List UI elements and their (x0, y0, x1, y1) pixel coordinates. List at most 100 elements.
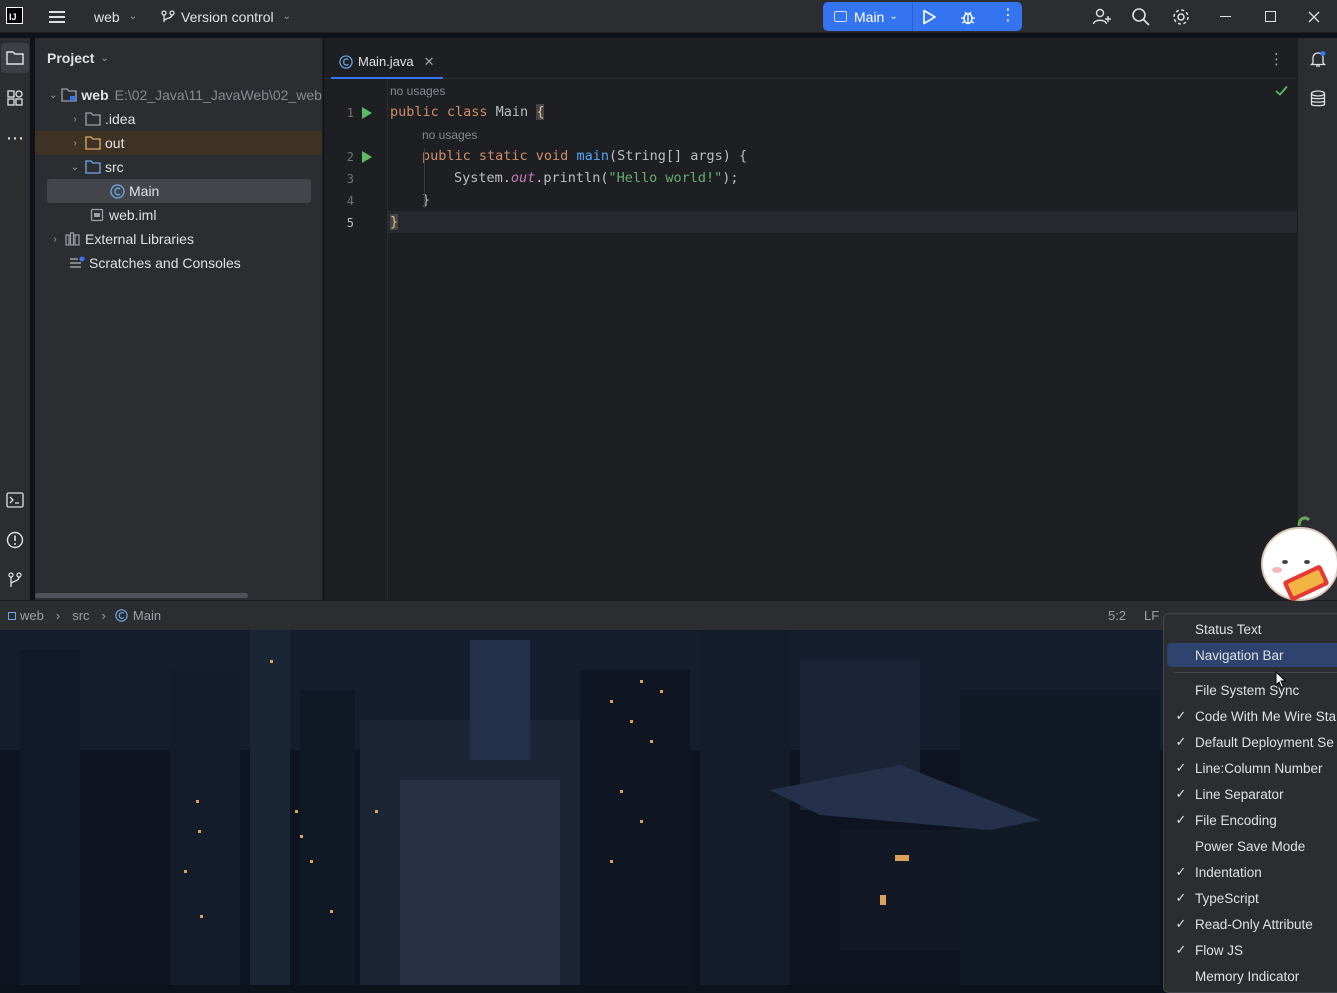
menu-item-status-text[interactable]: Status Text (1167, 617, 1337, 641)
indent-guide (424, 148, 425, 208)
notifications-tool-button[interactable] (1303, 44, 1333, 74)
run-gutter-icon[interactable] (362, 107, 372, 119)
chevron-down-icon[interactable]: ⌄ (69, 162, 81, 173)
close-icon[interactable]: ✕ (424, 54, 435, 70)
code-line-5[interactable]: } (390, 214, 399, 230)
git-tool-button[interactable] (0, 565, 30, 595)
terminal-icon (6, 492, 24, 508)
chevron-right-icon[interactable]: › (69, 114, 81, 125)
folder-icon (6, 51, 24, 65)
tree-node-scratches[interactable]: Scratches and Consoles (35, 251, 322, 275)
breadcrumb-item-src[interactable]: src (72, 608, 89, 623)
intellij-logo-icon[interactable]: IJ (6, 7, 23, 24)
menu-item-file-system-sync[interactable]: File System Sync (1167, 678, 1337, 702)
code-token: .println( (535, 170, 609, 186)
project-widget[interactable]: web ⌄ (94, 0, 137, 33)
run-widget: Main ⌄ ⋮ (823, 2, 1022, 31)
caret-position[interactable]: 5:2 (1108, 608, 1126, 623)
menu-item-line-separator[interactable]: ✓ Line Separator (1167, 782, 1337, 806)
menu-item-typescript[interactable]: ✓ TypeScript (1167, 886, 1337, 910)
folder-icon (85, 111, 101, 127)
more-actions-button[interactable]: ⋮ (1000, 8, 1016, 24)
menu-item-memory-indicator[interactable]: Memory Indicator (1167, 964, 1337, 988)
menu-item-indentation[interactable]: ✓ Indentation (1167, 860, 1337, 884)
menu-item-label: Read-Only Attribute (1195, 916, 1313, 932)
menu-item-power-save-mode[interactable]: Power Save Mode (1167, 834, 1337, 858)
line-number: 1 (346, 106, 354, 120)
branch-icon (8, 572, 22, 587)
usages-hint[interactable]: no usages (422, 128, 477, 142)
tree-node-out[interactable]: › out (35, 131, 322, 155)
menu-separator (1174, 672, 1337, 673)
code-line-1[interactable]: public class Main { (390, 104, 545, 120)
chevron-right-icon[interactable]: › (49, 234, 61, 245)
chevron-down-icon: ⌄ (128, 11, 138, 22)
code-line-2[interactable]: public static void main(String[] args) { (422, 148, 747, 164)
kebab-icon: ⋮ (1269, 51, 1284, 68)
usages-hint[interactable]: no usages (390, 84, 445, 98)
kebab-icon: ⋮ (1000, 7, 1016, 24)
chevron-right-icon[interactable]: › (69, 138, 81, 149)
project-tool-button[interactable] (1, 43, 29, 73)
minimize-button[interactable] (1220, 0, 1231, 33)
maximize-button[interactable] (1265, 0, 1276, 33)
project-name: web (94, 8, 120, 25)
desktop-wallpaper (0, 630, 1337, 985)
code-with-me-button[interactable] (1092, 0, 1112, 33)
line-number: 5 (346, 216, 354, 230)
app-config-icon (834, 11, 847, 22)
menu-item-read-only-attribute[interactable]: ✓ Read-Only Attribute (1167, 912, 1337, 936)
tree-node-main[interactable]: Main (47, 179, 311, 203)
settings-button[interactable] (1171, 0, 1191, 33)
project-view-selector[interactable]: Project ⌄ (47, 50, 109, 66)
main-menu-icon[interactable] (47, 0, 67, 33)
menu-item-default-deployment[interactable]: ✓ Default Deployment Se (1167, 730, 1337, 754)
debug-button[interactable] (959, 8, 977, 26)
close-window-button[interactable] (1308, 0, 1320, 33)
no-problems-check-icon[interactable] (1275, 85, 1288, 96)
string-token: "Hello world!" (608, 170, 723, 186)
breadcrumb-item-main[interactable]: Main (133, 608, 161, 623)
run-button[interactable] (921, 9, 937, 25)
tree-node-idea[interactable]: › .idea (35, 107, 322, 131)
database-tool-button[interactable] (1303, 84, 1333, 114)
tree-node-src[interactable]: ⌄ src (35, 155, 322, 179)
vcs-widget[interactable]: Version control ⌄ (160, 0, 291, 33)
problems-tool-button[interactable] (0, 525, 30, 555)
close-icon (1308, 11, 1320, 22)
mouse-cursor-icon (1275, 671, 1287, 689)
structure-tool-button[interactable] (0, 83, 30, 113)
menu-item-code-with-me[interactable]: ✓ Code With Me Wire Sta (1167, 704, 1337, 728)
more-tools-button[interactable]: ⋯ (0, 123, 30, 153)
tree-node-external-libraries[interactable]: › External Libraries (35, 227, 322, 251)
search-button[interactable] (1131, 0, 1151, 33)
horizontal-scrollbar[interactable] (35, 593, 248, 598)
menu-item-label: File Encoding (1195, 812, 1277, 828)
vcs-label: Version control (181, 8, 274, 25)
tree-node-web-iml[interactable]: web.iml (35, 203, 322, 227)
menu-item-line-column-number[interactable]: ✓ Line:Column Number (1167, 756, 1337, 780)
run-config-selector[interactable]: Main ⌄ (823, 9, 912, 25)
editor-tab-options-button[interactable]: ⋮ (1269, 50, 1284, 68)
menu-item-file-encoding[interactable]: ✓ File Encoding (1167, 808, 1337, 832)
tab-main-java[interactable]: Main.java ✕ (331, 46, 443, 79)
terminal-tool-button[interactable] (0, 485, 30, 515)
check-icon: ✓ (1175, 760, 1187, 775)
check-icon: ✓ (1175, 734, 1187, 749)
chevron-down-icon[interactable]: ⌄ (49, 90, 57, 101)
maximize-icon (1265, 11, 1276, 22)
code-line-3[interactable]: System.out.println("Hello world!"); (454, 170, 739, 186)
ellipsis-icon: ⋯ (6, 127, 24, 148)
menu-item-navigation-bar[interactable]: Navigation Bar (1167, 643, 1337, 667)
line-separator-widget[interactable]: LF (1144, 608, 1159, 623)
breadcrumb-item-web[interactable]: web (20, 608, 44, 623)
run-gutter-icon[interactable] (362, 151, 372, 163)
line-number: 4 (346, 194, 354, 208)
menu-item-flow-js[interactable]: ✓ Flow JS (1167, 938, 1337, 962)
code-token: System. (454, 170, 511, 186)
check-icon: ✓ (1175, 812, 1187, 827)
menu-item-label: Memory Indicator (1195, 968, 1300, 984)
java-class-icon (115, 609, 128, 622)
menu-item-label: Line:Column Number (1195, 760, 1323, 776)
tree-node-web[interactable]: ⌄ web E:\02_Java\11_JavaWeb\02_web\ (35, 83, 322, 107)
